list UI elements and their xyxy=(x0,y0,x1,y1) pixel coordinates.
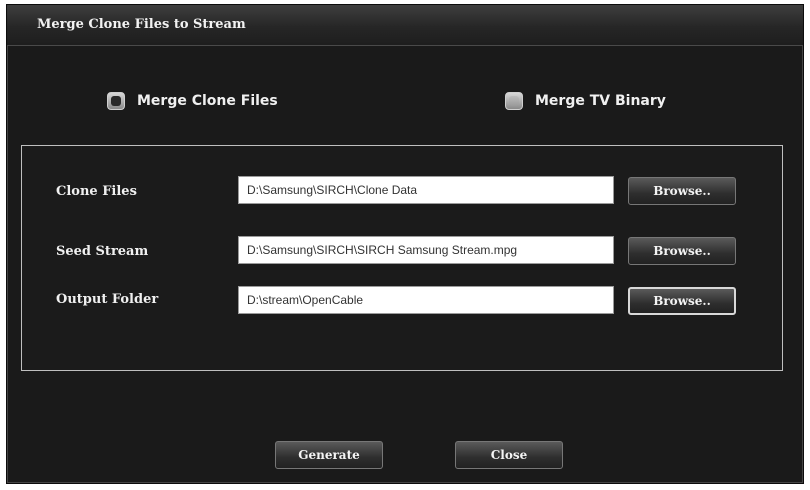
radio-merge-tv-binary-label: Merge TV Binary xyxy=(535,93,666,109)
output-folder-label: Output Folder xyxy=(56,292,159,307)
seed-stream-browse-button[interactable]: Browse.. xyxy=(628,237,736,265)
radio-merge-clone-files-label: Merge Clone Files xyxy=(137,93,278,109)
output-folder-browse-button[interactable]: Browse.. xyxy=(628,287,736,315)
title-bar[interactable]: Merge Clone Files to Stream xyxy=(7,5,803,46)
radio-unselected-icon[interactable] xyxy=(505,92,523,110)
file-paths-panel: Clone Files D:\Samsung\SIRCH\Clone Data … xyxy=(21,145,783,371)
seed-stream-label: Seed Stream xyxy=(56,244,149,259)
window-title: Merge Clone Files to Stream xyxy=(37,17,246,32)
clone-files-label: Clone Files xyxy=(56,184,137,199)
close-button[interactable]: Close xyxy=(455,441,563,469)
merge-clone-dialog: Merge Clone Files to Stream Merge Clone … xyxy=(6,4,804,484)
clone-files-browse-button[interactable]: Browse.. xyxy=(628,177,736,205)
generate-button[interactable]: Generate xyxy=(275,441,383,469)
seed-stream-input[interactable]: D:\Samsung\SIRCH\SIRCH Samsung Stream.mp… xyxy=(238,236,614,264)
radio-selected-icon[interactable] xyxy=(107,92,125,110)
radio-merge-clone-files[interactable]: Merge Clone Files xyxy=(107,89,278,113)
radio-merge-tv-binary[interactable]: Merge TV Binary xyxy=(505,89,666,113)
clone-files-input[interactable]: D:\Samsung\SIRCH\Clone Data xyxy=(238,176,614,204)
output-folder-input[interactable]: D:\stream\OpenCable xyxy=(238,286,614,314)
